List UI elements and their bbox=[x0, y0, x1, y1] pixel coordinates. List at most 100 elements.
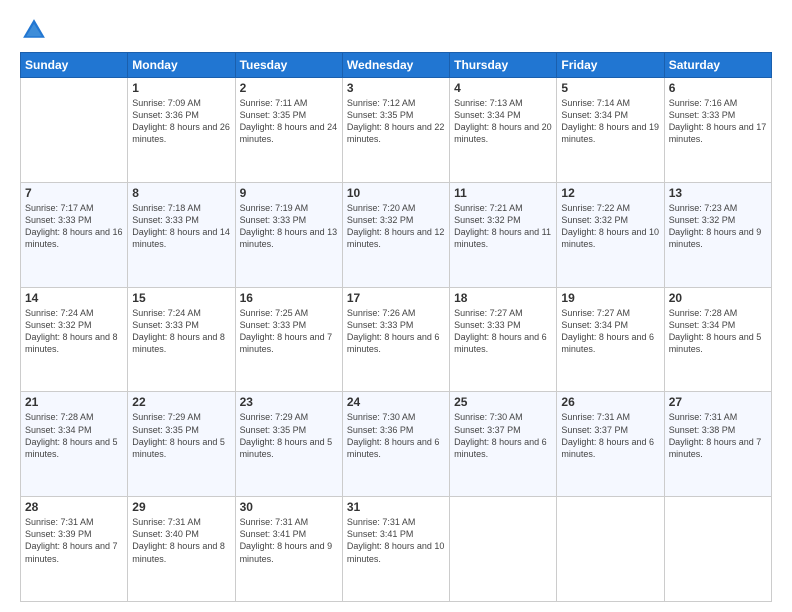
calendar-cell: 21Sunrise: 7:28 AMSunset: 3:34 PMDayligh… bbox=[21, 392, 128, 497]
day-info: Sunrise: 7:23 AMSunset: 3:32 PMDaylight:… bbox=[669, 202, 767, 251]
day-info: Sunrise: 7:22 AMSunset: 3:32 PMDaylight:… bbox=[561, 202, 659, 251]
calendar-cell: 26 Sunrise: 7:31 AMSunset: 3:37 PMDayligh… bbox=[557, 392, 664, 497]
logo bbox=[20, 16, 52, 44]
day-number: 17 bbox=[347, 291, 445, 305]
day-number: 25 bbox=[454, 395, 552, 409]
day-number: 13 bbox=[669, 186, 767, 200]
day-info: Sunrise: 7:26 AMSunset: 3:33 PMDaylight:… bbox=[347, 307, 445, 356]
calendar-cell bbox=[557, 497, 664, 602]
calendar-cell: 24 Sunrise: 7:30 AMSunset: 3:36 PMDayligh… bbox=[342, 392, 449, 497]
weekday-header-wednesday: Wednesday bbox=[342, 53, 449, 78]
day-info: Sunrise: 7:27 AMSunset: 3:34 PMDaylight:… bbox=[561, 307, 659, 356]
day-info: Sunrise: 7:14 AMSunset: 3:34 PMDaylight:… bbox=[561, 97, 659, 146]
header bbox=[20, 16, 772, 44]
day-number: 24 bbox=[347, 395, 445, 409]
calendar-week-row-5: 28 Sunrise: 7:31 AMSunset: 3:39 PMDayligh… bbox=[21, 497, 772, 602]
day-number: 11 bbox=[454, 186, 552, 200]
calendar-cell: 31 Sunrise: 7:31 AMSunset: 3:41 PMDayligh… bbox=[342, 497, 449, 602]
calendar-cell bbox=[664, 497, 771, 602]
page: SundayMondayTuesdayWednesdayThursdayFrid… bbox=[0, 0, 792, 612]
calendar-cell: 1 Sunrise: 7:09 AMSunset: 3:36 PMDaylight… bbox=[128, 78, 235, 183]
day-number: 30 bbox=[240, 500, 338, 514]
calendar-cell: 27 Sunrise: 7:31 AMSunset: 3:38 PMDayligh… bbox=[664, 392, 771, 497]
calendar-cell: 18 Sunrise: 7:27 AMSunset: 3:33 PMDayligh… bbox=[450, 287, 557, 392]
day-info: Sunrise: 7:11 AMSunset: 3:35 PMDaylight:… bbox=[240, 97, 338, 146]
weekday-header-row: SundayMondayTuesdayWednesdayThursdayFrid… bbox=[21, 53, 772, 78]
calendar-cell: 14Sunrise: 7:24 AMSunset: 3:32 PMDayligh… bbox=[21, 287, 128, 392]
calendar-cell: 28 Sunrise: 7:31 AMSunset: 3:39 PMDayligh… bbox=[21, 497, 128, 602]
calendar-week-row-3: 14Sunrise: 7:24 AMSunset: 3:32 PMDayligh… bbox=[21, 287, 772, 392]
day-number: 26 bbox=[561, 395, 659, 409]
calendar-cell: 17 Sunrise: 7:26 AMSunset: 3:33 PMDayligh… bbox=[342, 287, 449, 392]
day-number: 15 bbox=[132, 291, 230, 305]
day-info: Sunrise: 7:17 AMSunset: 3:33 PMDaylight:… bbox=[25, 202, 123, 251]
calendar-cell: 2 Sunrise: 7:11 AMSunset: 3:35 PMDaylight… bbox=[235, 78, 342, 183]
day-info: Sunrise: 7:30 AMSunset: 3:37 PMDaylight:… bbox=[454, 411, 552, 460]
logo-icon bbox=[20, 16, 48, 44]
calendar-cell: 20 Sunrise: 7:28 AMSunset: 3:34 PMDayligh… bbox=[664, 287, 771, 392]
day-number: 7 bbox=[25, 186, 123, 200]
day-number: 28 bbox=[25, 500, 123, 514]
day-info: Sunrise: 7:28 AMSunset: 3:34 PMDaylight:… bbox=[669, 307, 767, 356]
day-number: 12 bbox=[561, 186, 659, 200]
day-info: Sunrise: 7:29 AMSunset: 3:35 PMDaylight:… bbox=[132, 411, 230, 460]
calendar-cell: 22 Sunrise: 7:29 AMSunset: 3:35 PMDayligh… bbox=[128, 392, 235, 497]
calendar-cell: 4 Sunrise: 7:13 AMSunset: 3:34 PMDaylight… bbox=[450, 78, 557, 183]
weekday-header-sunday: Sunday bbox=[21, 53, 128, 78]
day-info: Sunrise: 7:29 AMSunset: 3:35 PMDaylight:… bbox=[240, 411, 338, 460]
day-info: Sunrise: 7:20 AMSunset: 3:32 PMDaylight:… bbox=[347, 202, 445, 251]
calendar-cell: 19 Sunrise: 7:27 AMSunset: 3:34 PMDayligh… bbox=[557, 287, 664, 392]
day-info: Sunrise: 7:31 AMSunset: 3:41 PMDaylight:… bbox=[347, 516, 445, 565]
calendar-cell: 23 Sunrise: 7:29 AMSunset: 3:35 PMDayligh… bbox=[235, 392, 342, 497]
calendar-week-row-4: 21Sunrise: 7:28 AMSunset: 3:34 PMDayligh… bbox=[21, 392, 772, 497]
day-number: 16 bbox=[240, 291, 338, 305]
day-number: 10 bbox=[347, 186, 445, 200]
day-number: 31 bbox=[347, 500, 445, 514]
day-number: 6 bbox=[669, 81, 767, 95]
calendar-table: SundayMondayTuesdayWednesdayThursdayFrid… bbox=[20, 52, 772, 602]
day-number: 2 bbox=[240, 81, 338, 95]
calendar-cell: 6Sunrise: 7:16 AMSunset: 3:33 PMDaylight… bbox=[664, 78, 771, 183]
day-info: Sunrise: 7:27 AMSunset: 3:33 PMDaylight:… bbox=[454, 307, 552, 356]
day-info: Sunrise: 7:31 AMSunset: 3:41 PMDaylight:… bbox=[240, 516, 338, 565]
day-number: 23 bbox=[240, 395, 338, 409]
day-number: 8 bbox=[132, 186, 230, 200]
day-info: Sunrise: 7:31 AMSunset: 3:38 PMDaylight:… bbox=[669, 411, 767, 460]
day-info: Sunrise: 7:30 AMSunset: 3:36 PMDaylight:… bbox=[347, 411, 445, 460]
day-number: 4 bbox=[454, 81, 552, 95]
weekday-header-monday: Monday bbox=[128, 53, 235, 78]
day-number: 1 bbox=[132, 81, 230, 95]
day-info: Sunrise: 7:31 AMSunset: 3:40 PMDaylight:… bbox=[132, 516, 230, 565]
day-info: Sunrise: 7:24 AMSunset: 3:33 PMDaylight:… bbox=[132, 307, 230, 356]
calendar-cell: 7 Sunrise: 7:17 AMSunset: 3:33 PMDaylight… bbox=[21, 182, 128, 287]
calendar-cell: 16Sunrise: 7:25 AMSunset: 3:33 PMDayligh… bbox=[235, 287, 342, 392]
day-number: 20 bbox=[669, 291, 767, 305]
day-number: 21 bbox=[25, 395, 123, 409]
calendar-cell bbox=[21, 78, 128, 183]
day-info: Sunrise: 7:31 AMSunset: 3:37 PMDaylight:… bbox=[561, 411, 659, 460]
weekday-header-friday: Friday bbox=[557, 53, 664, 78]
calendar-cell: 8Sunrise: 7:18 AMSunset: 3:33 PMDaylight… bbox=[128, 182, 235, 287]
day-number: 5 bbox=[561, 81, 659, 95]
day-info: Sunrise: 7:24 AMSunset: 3:32 PMDaylight:… bbox=[25, 307, 123, 356]
day-info: Sunrise: 7:31 AMSunset: 3:39 PMDaylight:… bbox=[25, 516, 123, 565]
calendar-cell: 5 Sunrise: 7:14 AMSunset: 3:34 PMDaylight… bbox=[557, 78, 664, 183]
calendar-cell: 15 Sunrise: 7:24 AMSunset: 3:33 PMDayligh… bbox=[128, 287, 235, 392]
day-number: 18 bbox=[454, 291, 552, 305]
weekday-header-thursday: Thursday bbox=[450, 53, 557, 78]
day-info: Sunrise: 7:19 AMSunset: 3:33 PMDaylight:… bbox=[240, 202, 338, 251]
day-number: 19 bbox=[561, 291, 659, 305]
day-info: Sunrise: 7:13 AMSunset: 3:34 PMDaylight:… bbox=[454, 97, 552, 146]
calendar-cell: 10 Sunrise: 7:20 AMSunset: 3:32 PMDayligh… bbox=[342, 182, 449, 287]
calendar-cell: 12 Sunrise: 7:22 AMSunset: 3:32 PMDayligh… bbox=[557, 182, 664, 287]
calendar-cell: 11 Sunrise: 7:21 AMSunset: 3:32 PMDayligh… bbox=[450, 182, 557, 287]
day-info: Sunrise: 7:09 AMSunset: 3:36 PMDaylight:… bbox=[132, 97, 230, 146]
calendar-cell: 3Sunrise: 7:12 AMSunset: 3:35 PMDaylight… bbox=[342, 78, 449, 183]
day-number: 27 bbox=[669, 395, 767, 409]
calendar-week-row-2: 7 Sunrise: 7:17 AMSunset: 3:33 PMDaylight… bbox=[21, 182, 772, 287]
day-number: 3 bbox=[347, 81, 445, 95]
calendar-week-row-1: 1 Sunrise: 7:09 AMSunset: 3:36 PMDaylight… bbox=[21, 78, 772, 183]
day-info: Sunrise: 7:21 AMSunset: 3:32 PMDaylight:… bbox=[454, 202, 552, 251]
day-number: 22 bbox=[132, 395, 230, 409]
day-number: 29 bbox=[132, 500, 230, 514]
